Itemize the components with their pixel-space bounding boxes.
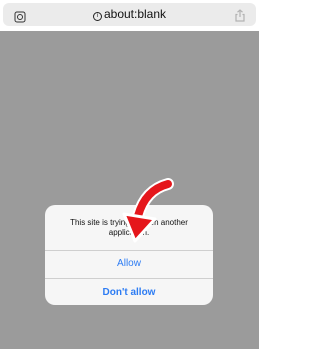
address-bar[interactable]: i about:blank [3, 3, 256, 26]
url-text: about:blank [103, 7, 167, 21]
dialog-divider [45, 250, 213, 251]
browser-top-bar: i about:blank [0, 0, 259, 31]
dialog-divider [45, 278, 213, 279]
dont-allow-button[interactable]: Don't allow [45, 285, 213, 299]
allow-button[interactable]: Allow [45, 256, 213, 270]
permission-dialog: This site is trying to open another appl… [45, 205, 213, 305]
share-icon[interactable] [234, 9, 246, 22]
url-display[interactable]: i about:blank [3, 7, 256, 21]
dialog-message: This site is trying to open another appl… [70, 218, 188, 237]
info-icon: i [92, 12, 102, 21]
